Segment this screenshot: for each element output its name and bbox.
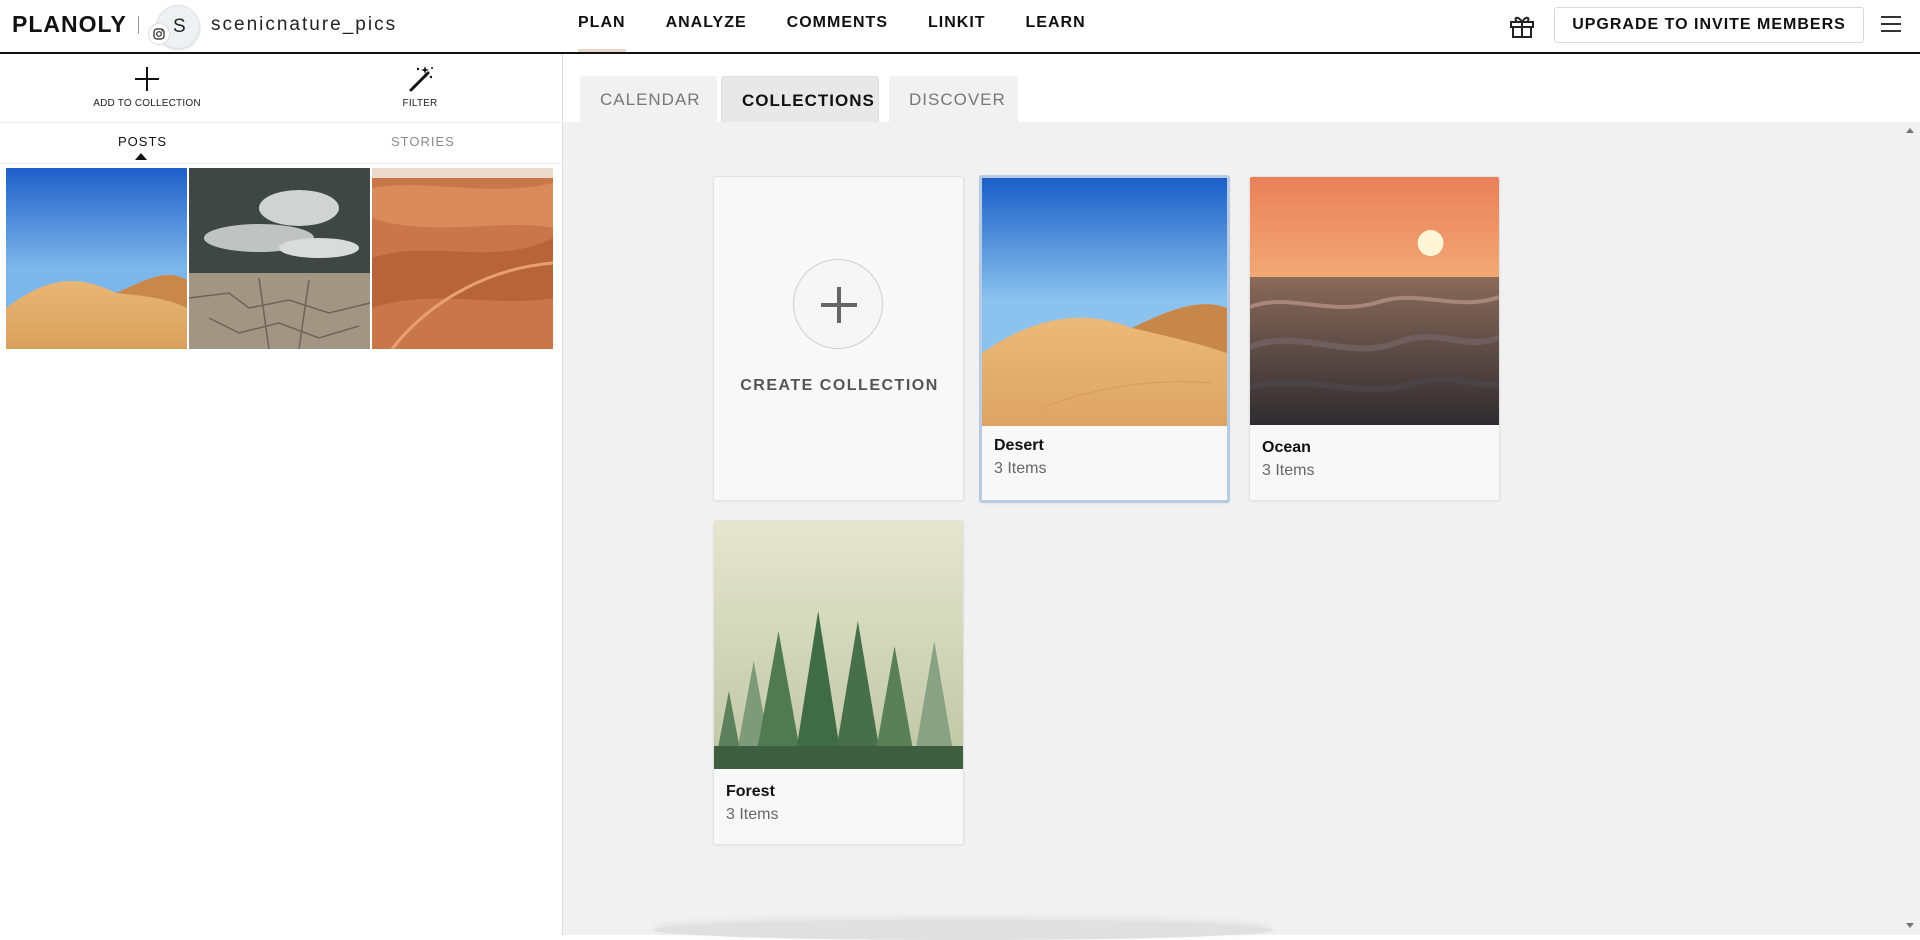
nav-learn[interactable]: LEARN	[1026, 0, 1086, 52]
collection-cover-forest	[714, 521, 963, 769]
collection-name: Forest	[726, 783, 775, 800]
gift-icon[interactable]	[1508, 13, 1536, 39]
tab-calendar[interactable]: CALENDAR	[580, 76, 717, 122]
top-bar: PLANOLY S scenicnature_pics PLAN ANALYZE…	[0, 0, 1920, 54]
collection-cover-desert	[982, 178, 1227, 426]
tab-posts[interactable]: POSTS	[118, 134, 167, 149]
upgrade-button[interactable]: UPGRADE TO INVITE MEMBERS	[1554, 7, 1864, 43]
post-grid	[6, 168, 556, 349]
nav-comments[interactable]: COMMENTS	[787, 0, 888, 52]
tab-discover[interactable]: DISCOVER	[889, 76, 1018, 122]
scroll-up-arrow-icon[interactable]	[1906, 128, 1914, 133]
filter-label: FILTER	[402, 98, 438, 109]
logo-divider	[138, 16, 139, 34]
collection-name: Ocean	[1262, 439, 1311, 456]
tab-stories[interactable]: STORIES	[391, 134, 455, 149]
post-thumbnail-orange-dunes[interactable]	[372, 168, 553, 349]
add-to-collection-label: ADD TO COLLECTION	[93, 98, 201, 109]
nav-plan[interactable]: PLAN	[578, 0, 626, 52]
collection-cover-ocean	[1250, 177, 1499, 425]
post-thumbnail-desert[interactable]	[6, 168, 187, 349]
create-collection-plus-icon	[793, 259, 883, 349]
planoly-logo[interactable]: PLANOLY	[12, 11, 127, 38]
filter-button[interactable]: FILTER	[390, 64, 450, 109]
collection-item-count: 3 Items	[726, 806, 779, 823]
left-sidebar: ADD TO COLLECTION FILTER POSTS STORIES	[0, 54, 563, 935]
post-thumbnail-cracked-earth[interactable]	[189, 168, 370, 349]
scroll-down-arrow-icon[interactable]	[1906, 923, 1914, 928]
magic-wand-icon	[405, 64, 435, 94]
main-tabbar: CALENDAR COLLECTIONS DISCOVER	[563, 54, 1920, 122]
main-nav: PLAN ANALYZE COMMENTS LINKIT LEARN	[578, 0, 1126, 52]
main-content: CALENDAR COLLECTIONS DISCOVER CREATE COL…	[563, 54, 1920, 940]
tab-collections[interactable]: COLLECTIONS	[721, 76, 879, 122]
collection-item-count: 3 Items	[1262, 462, 1315, 479]
bottom-drawer-edge	[653, 920, 1273, 940]
collection-card-forest[interactable]: Forest 3 Items	[713, 520, 964, 845]
instagram-icon	[148, 23, 170, 45]
plus-icon	[132, 64, 162, 94]
avatar-letter: S	[173, 16, 186, 37]
collection-item-count: 3 Items	[994, 460, 1047, 477]
collection-card-ocean[interactable]: Ocean 3 Items	[1249, 176, 1500, 501]
create-collection-card[interactable]: CREATE COLLECTION	[713, 176, 964, 501]
collection-name: Desert	[994, 437, 1044, 454]
nav-linkit[interactable]: LINKIT	[928, 0, 986, 52]
caret-up-icon	[135, 153, 147, 160]
nav-analyze[interactable]: ANALYZE	[666, 0, 747, 52]
account-name[interactable]: scenicnature_pics	[211, 14, 397, 36]
collection-card-desert[interactable]: Desert 3 Items	[979, 175, 1230, 503]
sidebar-toolbar: ADD TO COLLECTION FILTER	[0, 54, 563, 123]
add-to-collection-button[interactable]: ADD TO COLLECTION	[92, 64, 202, 109]
create-collection-label: CREATE COLLECTION	[740, 377, 939, 394]
hamburger-menu-icon[interactable]	[1881, 16, 1901, 32]
sidebar-subtabs: POSTS STORIES	[0, 124, 563, 164]
